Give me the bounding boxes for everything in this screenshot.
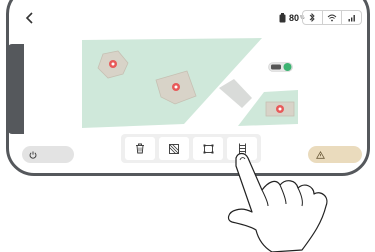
- pointing-hand-illustration: [227, 152, 328, 252]
